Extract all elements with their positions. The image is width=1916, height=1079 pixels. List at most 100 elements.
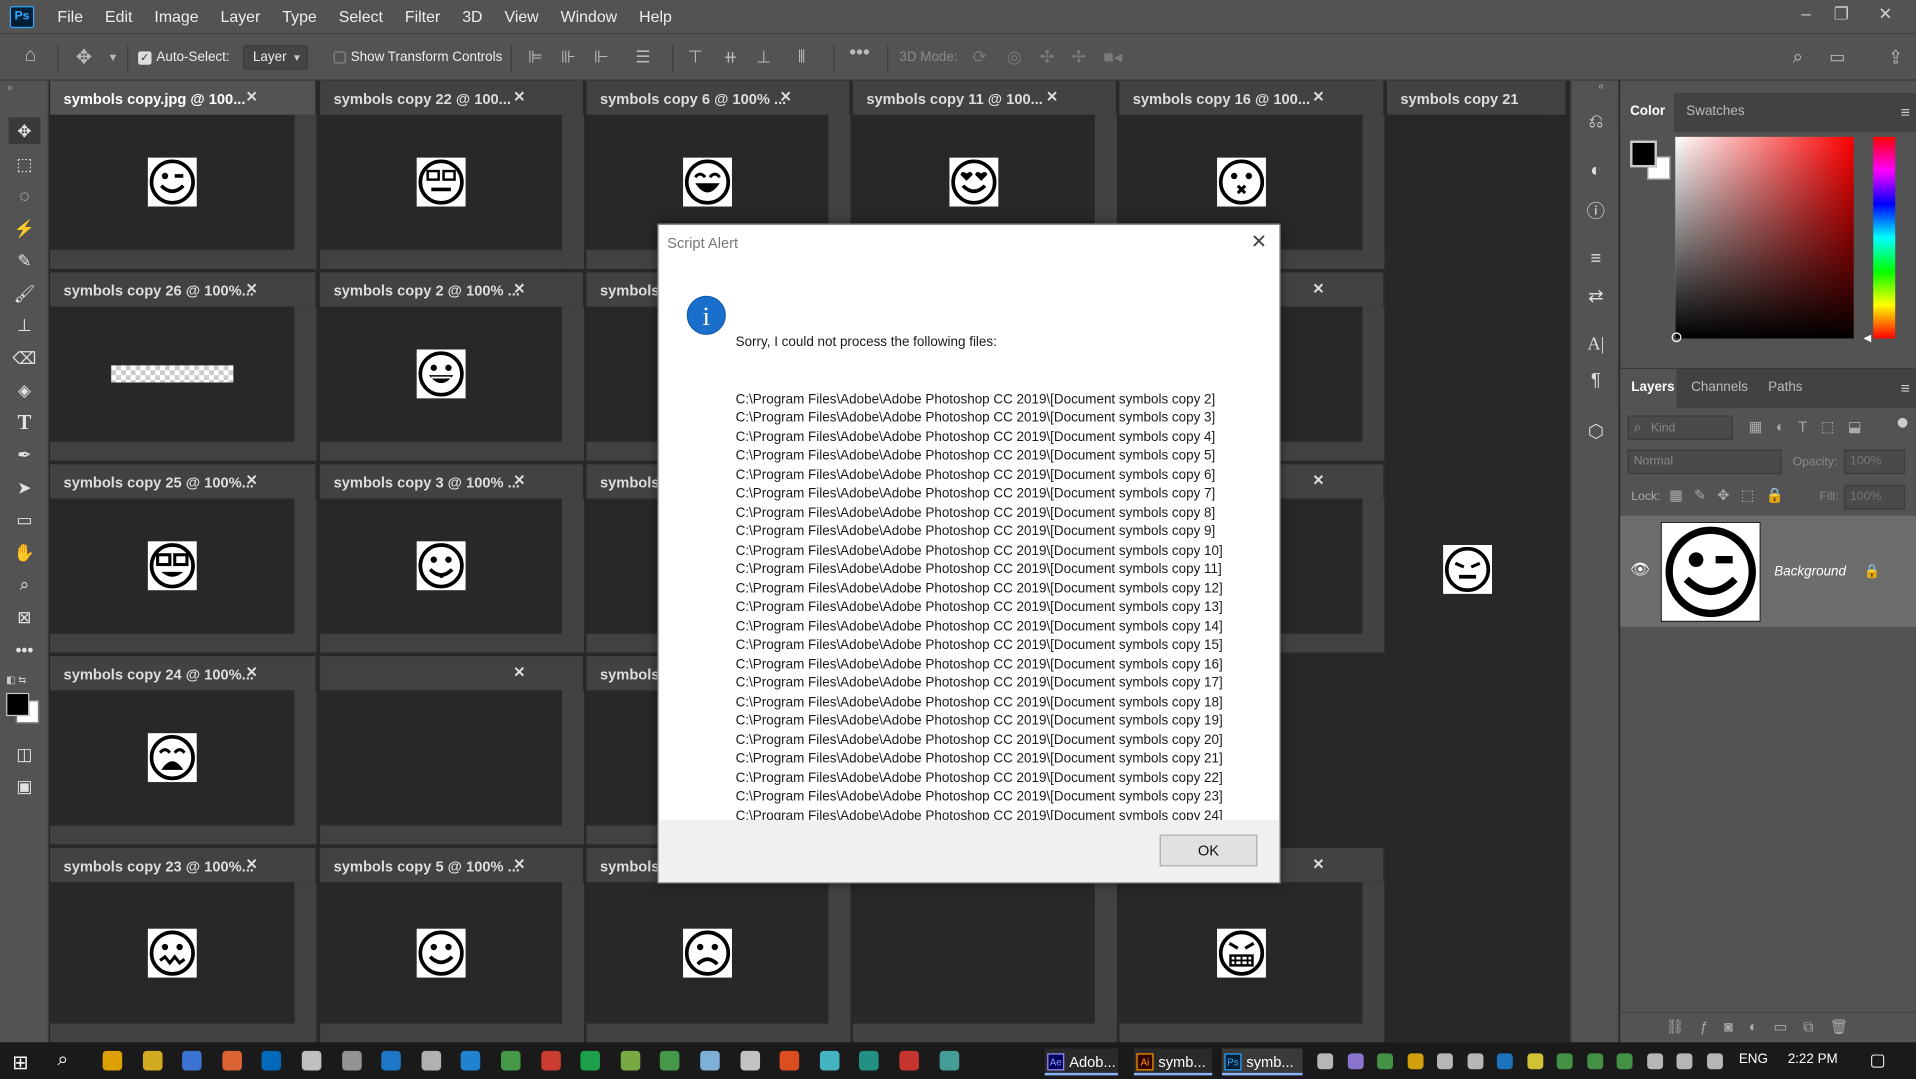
taskbar-pinned-app-icon[interactable] [301,1050,322,1071]
3d-camera-icon[interactable]: ■◂ [1103,46,1122,67]
tab-paths[interactable]: Paths [1768,380,1802,395]
more-tools-icon[interactable]: ••• [9,637,41,664]
distribute-icon[interactable]: ☰ [635,46,650,67]
taskbar-pinned-app-icon[interactable] [341,1050,362,1071]
menu-filter[interactable]: Filter [394,0,451,33]
close-tab-icon[interactable]: ✕ [246,664,258,681]
system-tray-icon[interactable] [1526,1053,1543,1070]
document-tab[interactable]: symbols copy 21 [1386,80,1567,115]
filter-toggle-icon[interactable] [1897,417,1908,428]
auto-select-checkbox[interactable]: ✓ [138,51,152,65]
taskbar-pinned-app-icon[interactable] [182,1050,202,1071]
close-tab-icon[interactable]: ✕ [513,280,525,297]
document-window[interactable]: symbols copy 23 @ 100%... ✕ [50,848,317,1043]
align-center-icon[interactable]: ⊪ [561,46,576,67]
close-tab-icon[interactable]: ✕ [246,472,258,489]
taskbar-pinned-app-icon[interactable] [421,1050,441,1071]
system-tray-icon[interactable] [1437,1053,1453,1070]
document-tab[interactable]: symbols copy 24 @ 100%... ✕ [50,656,317,691]
horizontal-scrollbar[interactable] [320,824,563,845]
menu-layer[interactable]: Layer [210,0,272,33]
tab-color[interactable]: Color [1630,104,1665,119]
align-right-icon[interactable]: ⊩ [594,46,609,67]
layer-actions-icons[interactable]: ⛓ƒ◙◐▭⧉🗑 [1666,1018,1865,1036]
horizontal-scrollbar[interactable] [320,632,563,653]
brush-tool-icon[interactable]: 🖌 [9,280,41,307]
vertical-scrollbar[interactable] [562,882,585,1043]
document-window[interactable]: ✕ [320,656,585,845]
move-tool-icon[interactable]: ✥ [8,117,41,145]
share-icon[interactable]: ⇪ [1888,46,1903,69]
vertical-scrollbar[interactable] [562,690,585,845]
vertical-scrollbar[interactable] [1362,498,1385,653]
document-tab[interactable]: symbols copy.jpg @ 100... ✕ [50,80,317,115]
panel-menu-icon[interactable]: ≡ [1901,103,1910,121]
show-transform-checkbox[interactable] [333,51,346,64]
align-middle-icon[interactable]: ⧺ [723,46,737,67]
align-bottom-icon[interactable]: ⊥ [756,46,771,67]
search-icon[interactable]: ⌕ [1793,46,1803,67]
3d-orbit-icon[interactable]: ⟳ [973,46,987,67]
document-tab[interactable]: symbols copy 2 @ 100% ... ✕ [320,272,585,307]
taskbar-pinned-app-icon[interactable] [580,1050,601,1071]
document-window[interactable]: symbols copy.jpg @ 100... ✕ [50,80,317,269]
horizontal-scrollbar[interactable] [50,441,295,461]
taskbar-pinned-app-icon[interactable] [381,1050,402,1071]
horizontal-scrollbar[interactable] [50,632,295,653]
taskbar-pinned-app-icon[interactable] [500,1050,521,1071]
document-window[interactable]: symbols copy 3 @ 100% ... ✕ [320,464,585,653]
3d-roll-icon[interactable]: ◎ [1007,46,1022,67]
document-tab[interactable]: symbols copy 5 @ 100% ... ✕ [320,848,585,883]
vertical-scrollbar[interactable] [1362,306,1385,461]
menu-help[interactable]: Help [628,0,683,33]
default-colors-icon[interactable]: ◧ ⇆ [6,675,26,686]
system-tray-icon[interactable] [1496,1053,1513,1070]
document-tab[interactable]: symbols copy 6 @ 100% ... ✕ [586,80,851,115]
close-tab-icon[interactable]: ✕ [780,88,792,105]
menu-edit[interactable]: Edit [94,0,143,33]
rectangle-tool-icon[interactable]: ▭ [9,506,41,533]
document-window[interactable]: symbols copy 5 @ 100% ... ✕ [320,848,585,1043]
blend-mode-dropdown[interactable]: Normal [1627,449,1782,475]
eyedropper-tool-icon[interactable]: ✎ [9,247,41,274]
taskbar-pinned-app-icon[interactable] [540,1050,561,1071]
distribute-vertical-icon[interactable]: ⦀ [798,46,806,67]
document-window[interactable]: symbols copy 2 @ 100% ... ✕ [320,272,585,461]
taskbar-app-photoshop[interactable]: Ps symb... [1221,1048,1303,1076]
type-tool-icon[interactable]: T [9,409,41,436]
auto-select-target-dropdown[interactable]: Layer ▼ [243,45,308,70]
collapse-icon[interactable]: » [7,82,12,93]
system-tray-icon[interactable] [1556,1053,1573,1070]
magic-wand-tool-icon[interactable]: ⚡ [9,215,41,242]
layer-filter-kind[interactable]: ⌕ Kind [1627,415,1733,440]
system-tray-icon[interactable] [1706,1053,1723,1070]
close-tab-icon[interactable]: ✕ [513,664,525,681]
3d-pan-icon[interactable]: ✣ [1040,46,1054,67]
system-tray-icon[interactable] [1616,1053,1633,1070]
menu-image[interactable]: Image [143,0,209,33]
quick-mask-icon[interactable]: ◫ [9,741,41,768]
properties-icon[interactable]: ◐ [1581,160,1610,187]
close-tab-icon[interactable]: ✕ [246,88,258,105]
adjustments-icon[interactable]: ⇄ [1581,285,1610,312]
close-tab-icon[interactable]: ✕ [246,855,258,872]
horizontal-scrollbar[interactable] [320,441,563,461]
system-tray-icon[interactable] [1317,1053,1334,1070]
stamp-tool-icon[interactable]: ⊥ [9,312,41,339]
taskbar-pinned-app-icon[interactable] [859,1050,880,1071]
menu-select[interactable]: Select [328,0,394,33]
system-tray-icon[interactable] [1347,1053,1364,1070]
close-tab-icon[interactable]: ✕ [1312,855,1324,872]
document-window[interactable]: symbols copy 22 @ 100... ✕ [320,80,585,269]
horizontal-scrollbar[interactable] [586,1022,829,1043]
system-tray-icon[interactable] [1377,1053,1394,1070]
fill-field[interactable]: 100% [1843,485,1906,510]
taskbar-app-illustrator[interactable]: Ai symb... [1133,1048,1213,1076]
foreground-color-swatch[interactable] [1630,140,1657,168]
clock[interactable]: 2:22 PM [1788,1052,1838,1067]
vertical-scrollbar[interactable] [294,882,317,1043]
document-tab[interactable]: ✕ [320,656,585,691]
hand-tool-icon[interactable]: ✋ [9,539,41,566]
document-tab[interactable]: symbols copy 16 @ 100... ✕ [1119,80,1385,115]
restore-icon[interactable]: ❐ [1828,0,1855,27]
